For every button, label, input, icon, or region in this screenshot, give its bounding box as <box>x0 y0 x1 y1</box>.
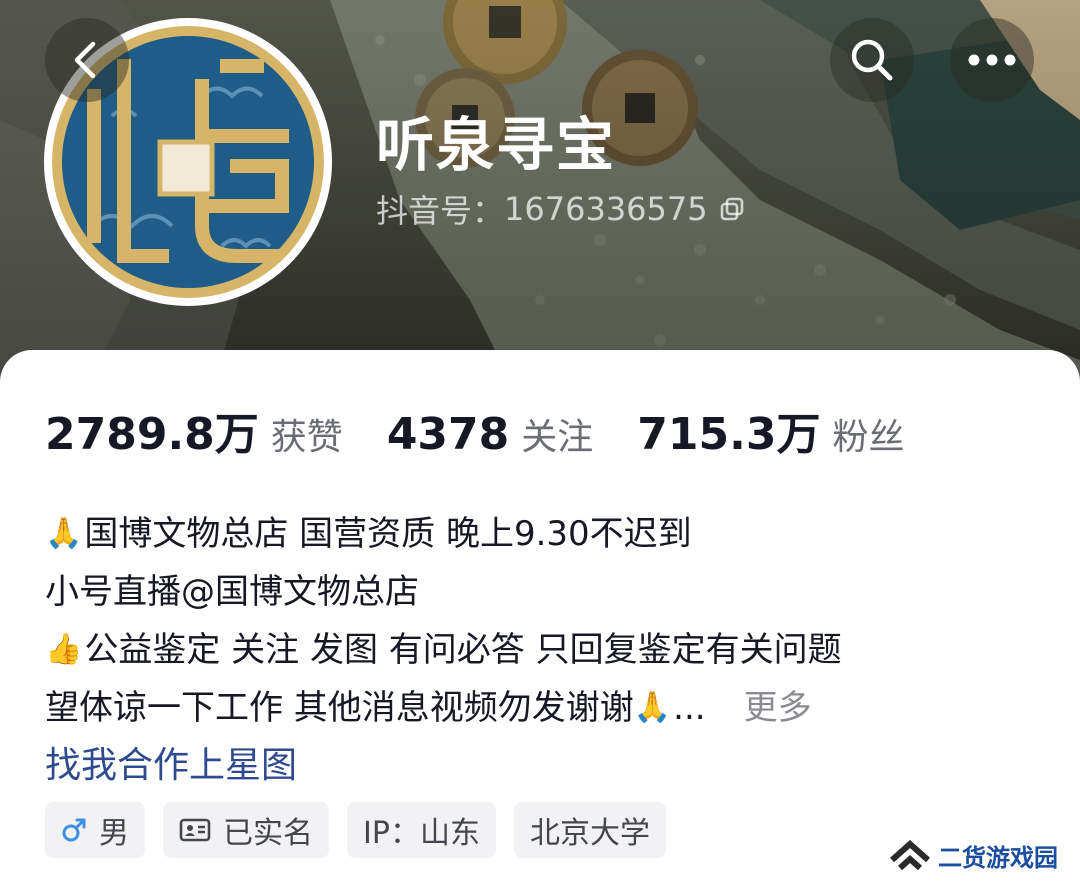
bio-text-4: 望体谅一下工作 其他消息视频勿发谢谢 <box>45 688 634 728</box>
bio-text-3: 公益鉴定 关注 发图 有问必答 只回复鉴定有关问题 <box>84 630 842 670</box>
display-name: 听泉寻宝 <box>376 111 617 179</box>
followers-stat[interactable]: 715.3万 粉丝 <box>637 398 904 462</box>
copy-icon[interactable] <box>718 195 746 223</box>
pray-emoji: 🙏 <box>45 516 83 551</box>
gender-tag: 男 <box>45 802 145 858</box>
verified-tag: 已实名 <box>163 802 329 858</box>
likes-stat[interactable]: 2789.8万 获赞 <box>45 398 343 462</box>
bio-line-1: 🙏 国博文物总店 国营资质 晚上9.30不迟到 <box>45 505 1045 563</box>
school-tag[interactable]: 北京大学 <box>513 802 666 858</box>
bio: 🙏 国博文物总店 国营资质 晚上9.30不迟到 小号直播@国博文物总店 👍 公益… <box>45 505 1045 795</box>
verified-label: 已实名 <box>223 816 313 851</box>
profile-tags: 男 已实名 IP：山东 北京大学 <box>45 802 666 858</box>
back-button[interactable] <box>45 18 129 102</box>
ip-label: IP：山东 <box>363 816 480 851</box>
following-count: 4378 <box>386 409 510 460</box>
profile-cover: 听泉寻宝 抖音号： 1676336575 <box>0 0 1080 400</box>
bio-ellipsis: ... <box>673 688 706 728</box>
gender-label: 男 <box>99 816 129 851</box>
bio-line-4: 望体谅一下工作 其他消息视频勿发谢谢 🙏 ... 更多 <box>45 679 1045 737</box>
account-id-value: 1676336575 <box>504 190 708 228</box>
search-button[interactable] <box>830 18 914 102</box>
watermark-logo-icon <box>890 839 930 870</box>
likes-label: 获赞 <box>270 417 343 458</box>
profile-screen: 听泉寻宝 抖音号： 1676336575 2789.8万 获赞 4378 关注 <box>0 0 1080 883</box>
profile-info-card: 2789.8万 获赞 4378 关注 715.3万 粉丝 🙏 国博文物总店 国营… <box>0 350 1080 883</box>
followers-count: 715.3万 <box>637 409 821 460</box>
watermark-text: 二货游戏园 <box>938 844 1058 872</box>
watermark: 二货游戏园 <box>888 838 1058 873</box>
bio-text-2: 小号直播@国博文物总店 <box>45 572 419 612</box>
likes-count: 2789.8万 <box>45 409 259 460</box>
following-stat[interactable]: 4378 关注 <box>387 408 593 460</box>
thumbs-up-emoji: 👍 <box>45 632 83 667</box>
bio-line-2: 小号直播@国博文物总店 <box>45 563 1045 621</box>
chevron-left-icon <box>74 41 96 79</box>
more-button[interactable] <box>950 18 1034 102</box>
followers-label: 粉丝 <box>832 417 905 458</box>
search-icon <box>851 39 893 81</box>
following-label: 关注 <box>521 417 594 458</box>
bio-line-3: 👍 公益鉴定 关注 发图 有问必答 只回复鉴定有关问题 <box>45 621 1045 679</box>
bio-text-1: 国博文物总店 国营资质 晚上9.30不迟到 <box>84 514 692 554</box>
pray-emoji: 🙏 <box>633 690 672 725</box>
star-map-link[interactable]: 找我合作上星图 <box>45 737 1045 795</box>
bio-more-link[interactable]: 更多 <box>744 679 812 737</box>
more-horizontal-icon <box>968 54 1016 66</box>
stats-row: 2789.8万 获赞 4378 关注 715.3万 粉丝 <box>45 398 949 462</box>
account-id-row[interactable]: 抖音号： 1676336575 <box>376 186 746 232</box>
male-icon <box>61 817 87 843</box>
account-id-label: 抖音号： <box>376 192 505 230</box>
id-card-icon <box>179 817 211 843</box>
school-label: 北京大学 <box>529 816 650 851</box>
ip-tag: IP：山东 <box>347 802 496 858</box>
